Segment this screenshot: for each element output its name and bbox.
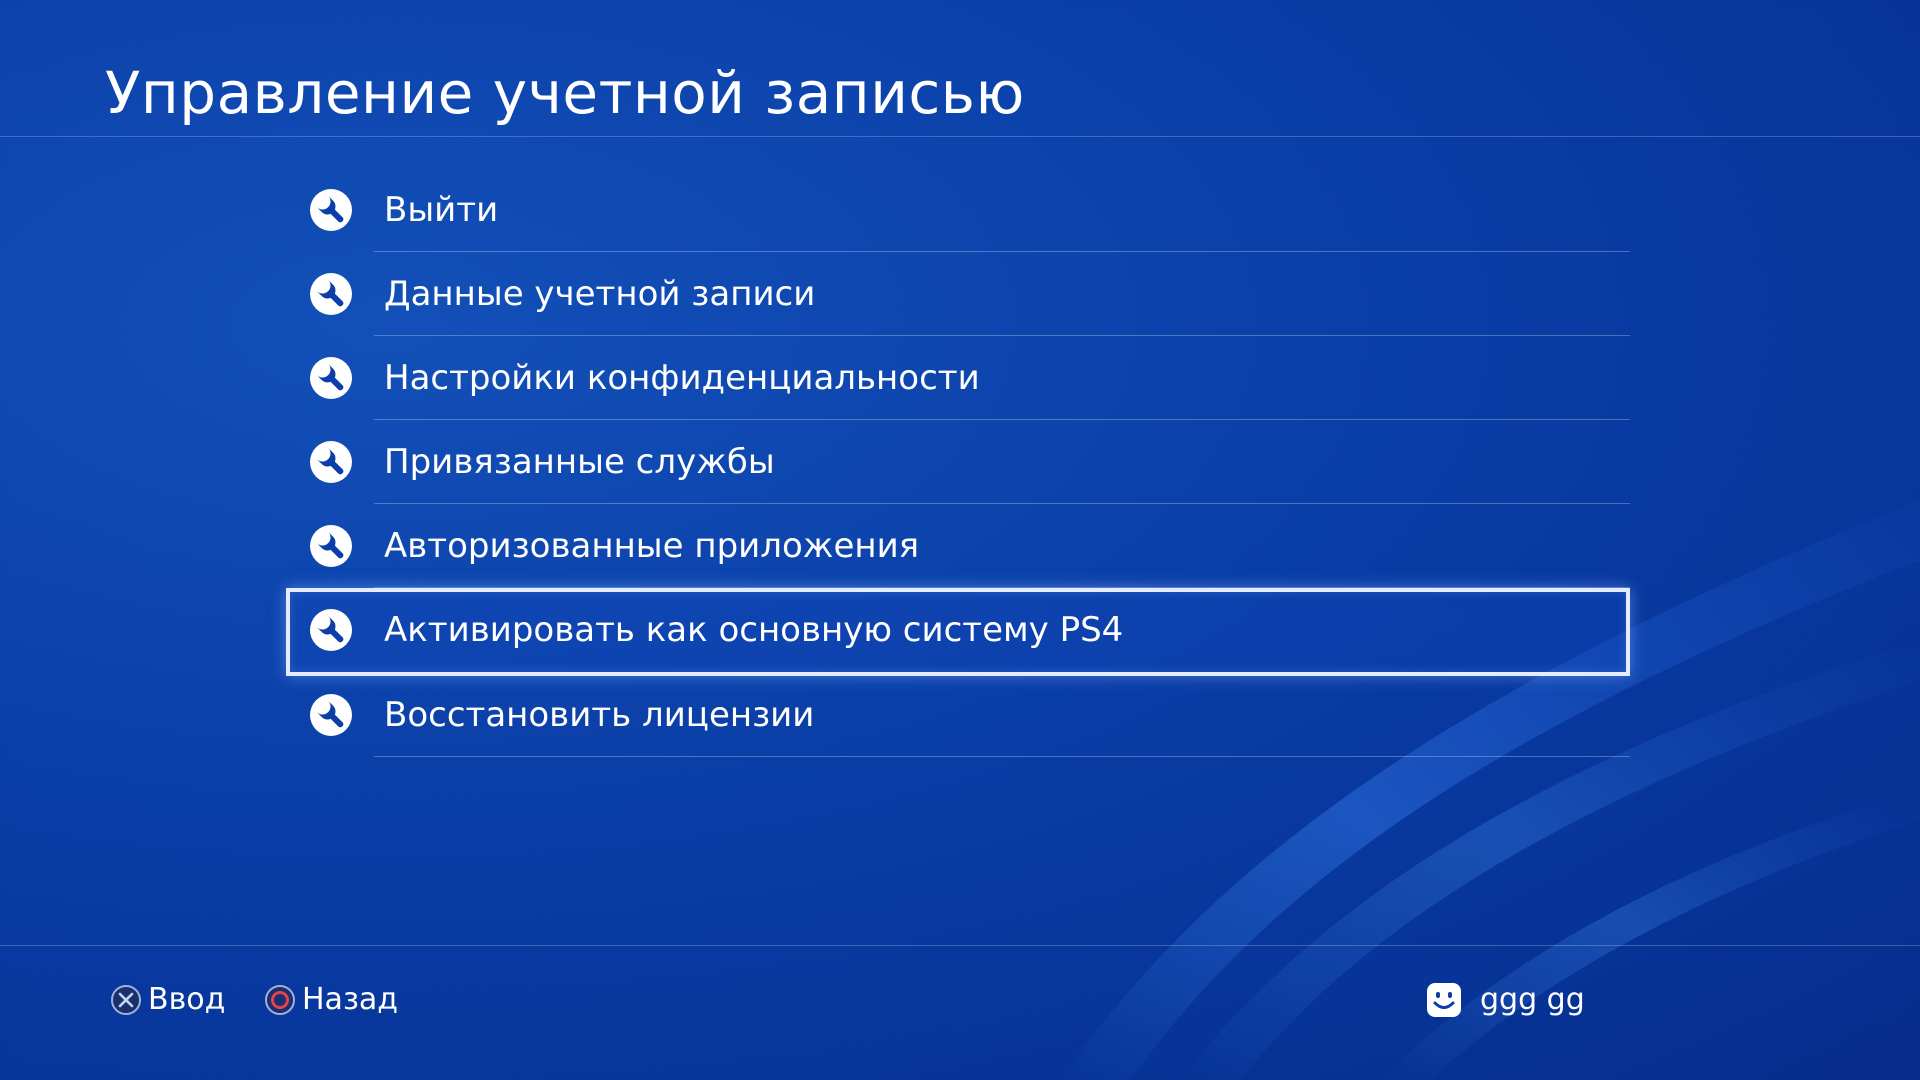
wrench-icon	[310, 525, 352, 567]
avatar-icon	[1427, 983, 1461, 1017]
enter-hint[interactable]: Ввод	[110, 980, 225, 1020]
user-profile: ggg gg	[1426, 980, 1585, 1020]
menu-item-label: Активировать как основную систему PS4	[384, 610, 1124, 650]
circle-button-icon	[265, 985, 295, 1015]
menu-item-label: Выйти	[384, 190, 499, 230]
menu-item-sign-out[interactable]: Выйти	[286, 168, 1630, 252]
divider	[374, 756, 1630, 757]
enter-label: Ввод	[148, 982, 226, 1017]
menu-item-account-info[interactable]: Данные учетной записи	[286, 252, 1630, 336]
footer: Ввод Назад ggg gg	[0, 945, 1920, 1080]
wrench-icon	[310, 357, 352, 399]
menu-item-authorized-apps[interactable]: Авторизованные приложения	[286, 504, 1630, 588]
wrench-icon	[310, 694, 352, 736]
settings-menu: Выйти Данные учетной записи Настройки ко…	[0, 0, 1920, 1080]
menu-item-activate-primary-ps4[interactable]: Активировать как основную систему PS4	[286, 588, 1630, 676]
back-hint[interactable]: Назад	[264, 980, 398, 1020]
menu-item-label: Данные учетной записи	[384, 274, 816, 314]
back-label: Назад	[302, 982, 399, 1017]
wrench-icon	[310, 189, 352, 231]
wrench-icon	[310, 273, 352, 315]
menu-item-label: Восстановить лицензии	[384, 695, 815, 735]
menu-item-linked-services[interactable]: Привязанные службы	[286, 420, 1630, 504]
user-name: ggg gg	[1480, 982, 1585, 1017]
wrench-icon	[310, 441, 352, 483]
menu-item-privacy-settings[interactable]: Настройки конфиденциальности	[286, 336, 1630, 420]
wrench-icon	[310, 609, 352, 651]
menu-item-restore-licenses[interactable]: Восстановить лицензии	[286, 673, 1630, 757]
menu-item-label: Привязанные службы	[384, 442, 775, 482]
cross-button-icon	[111, 985, 141, 1015]
menu-item-label: Настройки конфиденциальности	[384, 358, 980, 398]
menu-item-label: Авторизованные приложения	[384, 526, 920, 566]
